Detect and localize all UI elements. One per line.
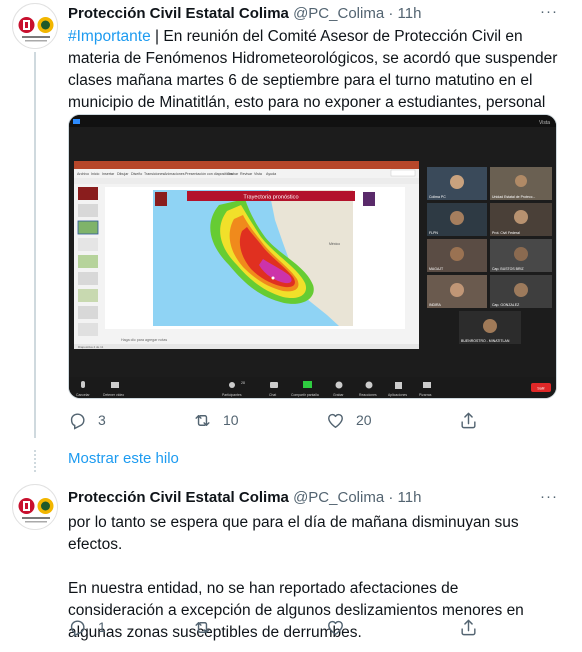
view-label: Vista — [539, 120, 550, 126]
svg-text:Cap. BUSTOS BRIZ: Cap. BUSTOS BRIZ — [492, 267, 525, 271]
svg-text:Presentación con diapositivas: Presentación con diapositivas — [185, 172, 233, 176]
svg-text:BUENROSTRO - MINATITLAN: BUENROSTRO - MINATITLAN — [461, 339, 510, 343]
share-icon — [461, 619, 476, 635]
chat-icon — [270, 382, 278, 388]
svg-text:Vista: Vista — [254, 172, 262, 176]
svg-text:INDIRA: INDIRA — [429, 303, 442, 307]
svg-text:Inicio: Inicio — [91, 172, 99, 176]
reply-button[interactable]: 3 — [68, 409, 106, 431]
tweet-actions: 3 10 20 — [68, 409, 488, 431]
avatar[interactable] — [12, 484, 58, 530]
reply-icon — [70, 412, 85, 430]
separator: · — [388, 5, 394, 22]
svg-text:Dibujar: Dibujar — [117, 172, 129, 176]
tweet-image[interactable]: Vista Archivo Inicio Insertar Dibujar Diseñ… — [68, 114, 557, 399]
author-handle[interactable]: @PC_Colima — [293, 5, 384, 22]
slide-logo-left — [155, 192, 167, 206]
svg-text:FLPN: FLPN — [429, 231, 438, 235]
author-name[interactable]: Protección Civil Estatal Colima — [68, 5, 289, 22]
svg-text:Unidad Estatal de Protecc...: Unidad Estatal de Protecc... — [492, 195, 535, 199]
svg-text:México: México — [329, 242, 340, 246]
svg-text:Compartir pantalla: Compartir pantalla — [291, 393, 319, 397]
tweet[interactable]: Protección Civil Estatal Colima @PC_Coli… — [0, 478, 582, 652]
svg-text:Detener video: Detener video — [103, 393, 124, 397]
reply-count: 3 — [98, 412, 106, 428]
heart-icon — [328, 620, 343, 635]
reply-button[interactable]: 1 — [68, 616, 106, 638]
whiteboard-icon — [423, 382, 431, 388]
tweet[interactable]: Protección Civil Estatal Colima @PC_Coli… — [0, 0, 582, 440]
separator: · — [388, 489, 394, 506]
reply-count: 1 — [98, 619, 106, 635]
svg-text:MAGAJT: MAGAJT — [429, 267, 444, 271]
tweet-actions: 1 — [68, 616, 488, 638]
show-thread-link[interactable]: Mostrar este hilo — [68, 450, 179, 467]
slide-status: Diapositiva 4 de 11 — [78, 345, 104, 349]
share-button[interactable] — [459, 616, 478, 638]
participants-icon — [229, 382, 235, 388]
zoom-shield-icon — [73, 119, 80, 124]
svg-text:Pizarras: Pizarras — [419, 393, 432, 397]
pc-colima-logo — [14, 486, 57, 529]
svg-text:Grabar: Grabar — [227, 172, 239, 176]
svg-text:Transiciones: Transiciones — [144, 172, 164, 176]
svg-text:Insertar: Insertar — [102, 172, 115, 176]
svg-text:Ayuda: Ayuda — [266, 172, 276, 176]
retweet-count: 10 — [223, 412, 239, 428]
tweet-header: Protección Civil Estatal Colima @PC_Coli… — [68, 488, 421, 508]
thread-dotted-connector — [34, 450, 36, 472]
svg-text:Revisar: Revisar — [240, 172, 253, 176]
svg-text:Aplicaciones: Aplicaciones — [388, 393, 407, 397]
zoom-screenshot: Vista Archivo Inicio Insertar Dibujar Diseñ… — [69, 115, 556, 398]
tweet-header: Protección Civil Estatal Colima @PC_Coli… — [68, 4, 421, 24]
like-count: 20 — [356, 412, 372, 428]
svg-text:Cap. GONZALEZ: Cap. GONZALEZ — [492, 303, 520, 307]
retweet-icon — [195, 414, 210, 426]
svg-text:Archivo: Archivo — [77, 172, 89, 176]
thread-connector — [34, 52, 36, 438]
like-button[interactable]: 20 — [326, 409, 372, 431]
svg-text:Grabar: Grabar — [333, 393, 344, 397]
reactions-icon — [365, 381, 373, 389]
ppt-titlebar — [74, 161, 419, 169]
pc-colima-logo — [14, 5, 57, 48]
slide-thumbnails — [77, 187, 99, 336]
reply-icon — [70, 619, 85, 637]
svg-text:Chat: Chat — [269, 393, 276, 397]
author-name[interactable]: Protección Civil Estatal Colima — [68, 489, 289, 506]
notes-placeholder: Haga clic para agregar notas — [121, 338, 167, 342]
slide-logo-right — [363, 192, 375, 206]
share-screen-icon — [303, 381, 312, 388]
timestamp[interactable]: 11h — [398, 489, 422, 506]
more-options-icon[interactable]: ··· — [540, 3, 558, 20]
author-handle[interactable]: @PC_Colima — [293, 489, 384, 506]
share-button[interactable] — [459, 409, 478, 431]
timestamp[interactable]: 11h — [398, 5, 422, 22]
avatar[interactable] — [12, 3, 58, 49]
retweet-button[interactable]: 10 — [193, 409, 239, 431]
slide-title: Trayectoria pronóstico — [243, 195, 298, 201]
mute-icon — [81, 381, 85, 388]
tweet-paragraph: por lo tanto se espera que para el día d… — [68, 514, 519, 553]
video-icon — [111, 382, 119, 388]
more-options-icon[interactable]: ··· — [540, 488, 558, 505]
svg-text:Reacciones: Reacciones — [359, 393, 377, 397]
hashtag-link[interactable]: #Importante — [68, 28, 151, 45]
share-icon — [461, 412, 476, 428]
svg-text:Colima PC: Colima PC — [429, 195, 446, 199]
svg-text:Salir: Salir — [537, 387, 545, 391]
retweet-icon — [195, 621, 210, 633]
svg-text:Animaciones: Animaciones — [164, 172, 185, 176]
record-icon — [335, 381, 343, 389]
apps-icon — [395, 382, 402, 389]
participants-count: 28 — [241, 381, 245, 385]
retweet-button[interactable] — [193, 616, 212, 638]
svg-text:Cancelar: Cancelar — [76, 393, 90, 397]
svg-text:Diseño: Diseño — [131, 172, 142, 176]
heart-icon — [328, 413, 343, 428]
like-button[interactable] — [326, 616, 345, 638]
svg-text:Prot. Civil Federal: Prot. Civil Federal — [492, 231, 520, 235]
ppt-ribbon-tabs: Archivo Inicio Insertar Dibujar Diseño Trans… — [77, 172, 276, 176]
svg-text:Participantes: Participantes — [222, 393, 242, 397]
